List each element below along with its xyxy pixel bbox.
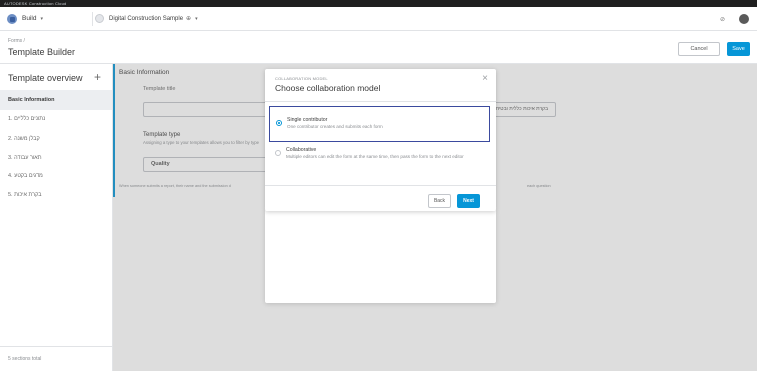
page-title: Template Builder <box>8 47 76 57</box>
project-switcher[interactable]: Digital Construction Sample ⊕ ▾ <box>95 14 198 23</box>
save-button[interactable]: Save <box>727 42 750 56</box>
help-icon[interactable]: ⊘ <box>720 16 725 23</box>
divider <box>92 11 93 26</box>
avatar[interactable] <box>739 14 749 24</box>
option-description: One contributor creates and submits each… <box>287 124 383 129</box>
project-name: Digital Construction Sample <box>109 15 184 22</box>
sections-count: 5 sections total <box>0 346 112 371</box>
project-icon <box>95 14 104 23</box>
option-title: Single contributor <box>287 117 328 123</box>
breadcrumb[interactable]: Forms / <box>8 38 25 44</box>
collaboration-model-dialog: COLLABORATION MODEL Choose collaboration… <box>265 69 496 211</box>
app-header: Build ▾ Digital Construction Sample ⊕ ▾ … <box>0 7 757 31</box>
option-title: Collaborative <box>286 147 317 153</box>
add-section-icon[interactable]: + <box>94 70 101 84</box>
template-overview-sidebar: Template overview + Basic Information 1.… <box>0 64 113 371</box>
close-icon[interactable]: × <box>482 74 488 84</box>
project-status-icon: ⊕ <box>186 16 192 22</box>
sidebar-item-section-2[interactable]: 2. קבלן משנה <box>0 129 112 149</box>
option-description: Multiple editors can edit the form at th… <box>286 154 464 159</box>
cancel-button[interactable]: Cancel <box>678 42 720 56</box>
radio-single-contributor[interactable] <box>276 120 282 126</box>
sidebar-item-section-5[interactable]: 5. בקרת איכות <box>0 185 112 205</box>
sidebar-title: Template overview <box>8 73 83 83</box>
option-collaborative[interactable]: Collaborative Multiple editors can edit … <box>269 146 490 176</box>
sidebar-item-basic-information[interactable]: Basic Information <box>0 90 112 110</box>
product-switcher[interactable]: Build ▾ <box>0 7 84 30</box>
product-name: Build <box>22 15 37 22</box>
page-header: Forms / Template Builder <box>0 31 757 64</box>
dialog-overline: COLLABORATION MODEL <box>275 76 328 81</box>
sidebar-item-section-3[interactable]: 3. תאור עבודה <box>0 148 112 168</box>
sidebar-item-section-1[interactable]: 1. נתונים כלליים <box>0 109 112 129</box>
divider <box>265 101 496 102</box>
top-brand-bar: AUTODESK Construction Cloud <box>0 0 757 7</box>
next-button[interactable]: Next <box>457 194 480 208</box>
build-logo-icon <box>7 13 17 24</box>
radio-collaborative[interactable] <box>275 150 281 156</box>
chevron-down-icon: ▾ <box>40 15 43 22</box>
dialog-title: Choose collaboration model <box>275 83 381 93</box>
divider <box>265 185 496 186</box>
option-single-contributor[interactable]: Single contributor One contributor creat… <box>269 106 490 142</box>
chevron-down-icon: ▾ <box>195 15 198 22</box>
modal-extension <box>265 210 496 303</box>
back-button[interactable]: Back <box>428 194 451 208</box>
sidebar-item-section-4[interactable]: 4. מדגים בקטע <box>0 166 112 186</box>
